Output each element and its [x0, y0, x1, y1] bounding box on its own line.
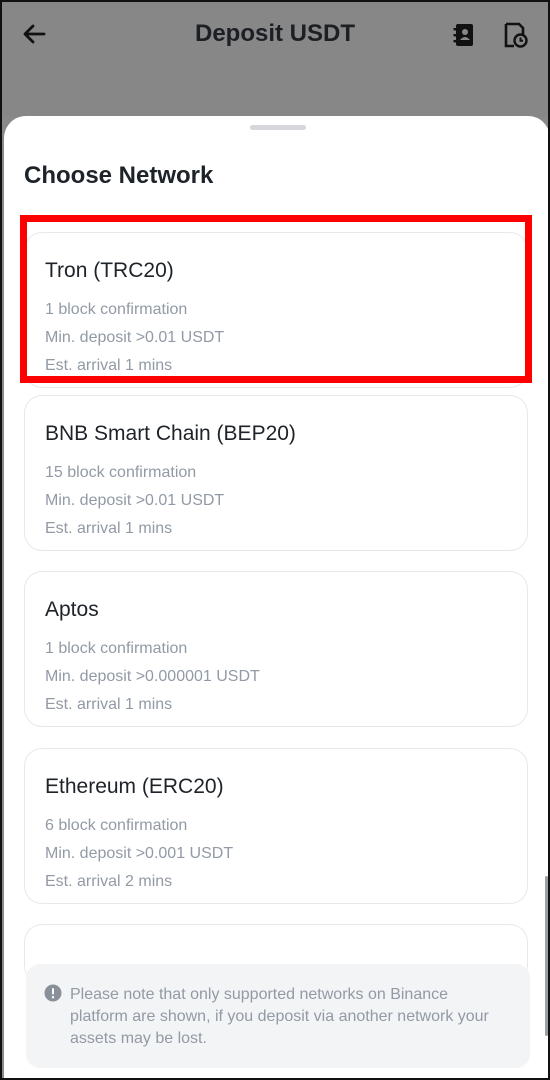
- network-min-deposit: Min. deposit >0.01 USDT: [45, 329, 225, 346]
- address-book-icon[interactable]: [452, 22, 476, 48]
- header-bar: Deposit USDT: [2, 2, 548, 117]
- network-warning-notice: Please note that only supported networks…: [26, 964, 530, 1068]
- network-confirmation: 6 block confirmation: [45, 817, 188, 834]
- network-option-bnb-smart-chain[interactable]: BNB Smart Chain (BEP20) 15 block confirm…: [24, 395, 528, 551]
- scrollbar[interactable]: [545, 876, 548, 1036]
- app-window: Deposit USDT Choose Network Tron (TRC20)…: [0, 0, 550, 1080]
- notice-text: Please note that only supported networks…: [70, 986, 489, 1047]
- network-arrival: Est. arrival 2 mins: [45, 873, 173, 890]
- network-min-deposit: Min. deposit >0.001 USDT: [45, 845, 234, 862]
- network-option-ethereum[interactable]: Ethereum (ERC20) 6 block confirmation Mi…: [24, 748, 528, 904]
- network-confirmation: 1 block confirmation: [45, 301, 188, 318]
- network-name: Aptos: [45, 598, 99, 621]
- network-min-deposit: Min. deposit >0.000001 USDT: [45, 668, 260, 685]
- network-min-deposit: Min. deposit >0.01 USDT: [45, 492, 225, 509]
- network-bottom-sheet: Choose Network Tron (TRC20) 1 block conf…: [4, 116, 548, 1078]
- network-arrival: Est. arrival 1 mins: [45, 357, 173, 374]
- network-option-tron[interactable]: Tron (TRC20) 1 block confirmation Min. d…: [24, 232, 528, 388]
- network-confirmation: 15 block confirmation: [45, 464, 197, 481]
- network-name: BNB Smart Chain (BEP20): [45, 422, 296, 445]
- history-icon[interactable]: [502, 22, 528, 48]
- sheet-title: Choose Network: [24, 162, 214, 189]
- info-circle-icon: [44, 984, 62, 1002]
- sheet-drag-handle[interactable]: [250, 125, 306, 130]
- network-option-aptos[interactable]: Aptos 1 block confirmation Min. deposit …: [24, 571, 528, 727]
- network-name: Tron (TRC20): [45, 259, 174, 282]
- network-name: Ethereum (ERC20): [45, 775, 224, 798]
- network-arrival: Est. arrival 1 mins: [45, 520, 173, 537]
- network-confirmation: 1 block confirmation: [45, 640, 188, 657]
- network-arrival: Est. arrival 1 mins: [45, 696, 173, 713]
